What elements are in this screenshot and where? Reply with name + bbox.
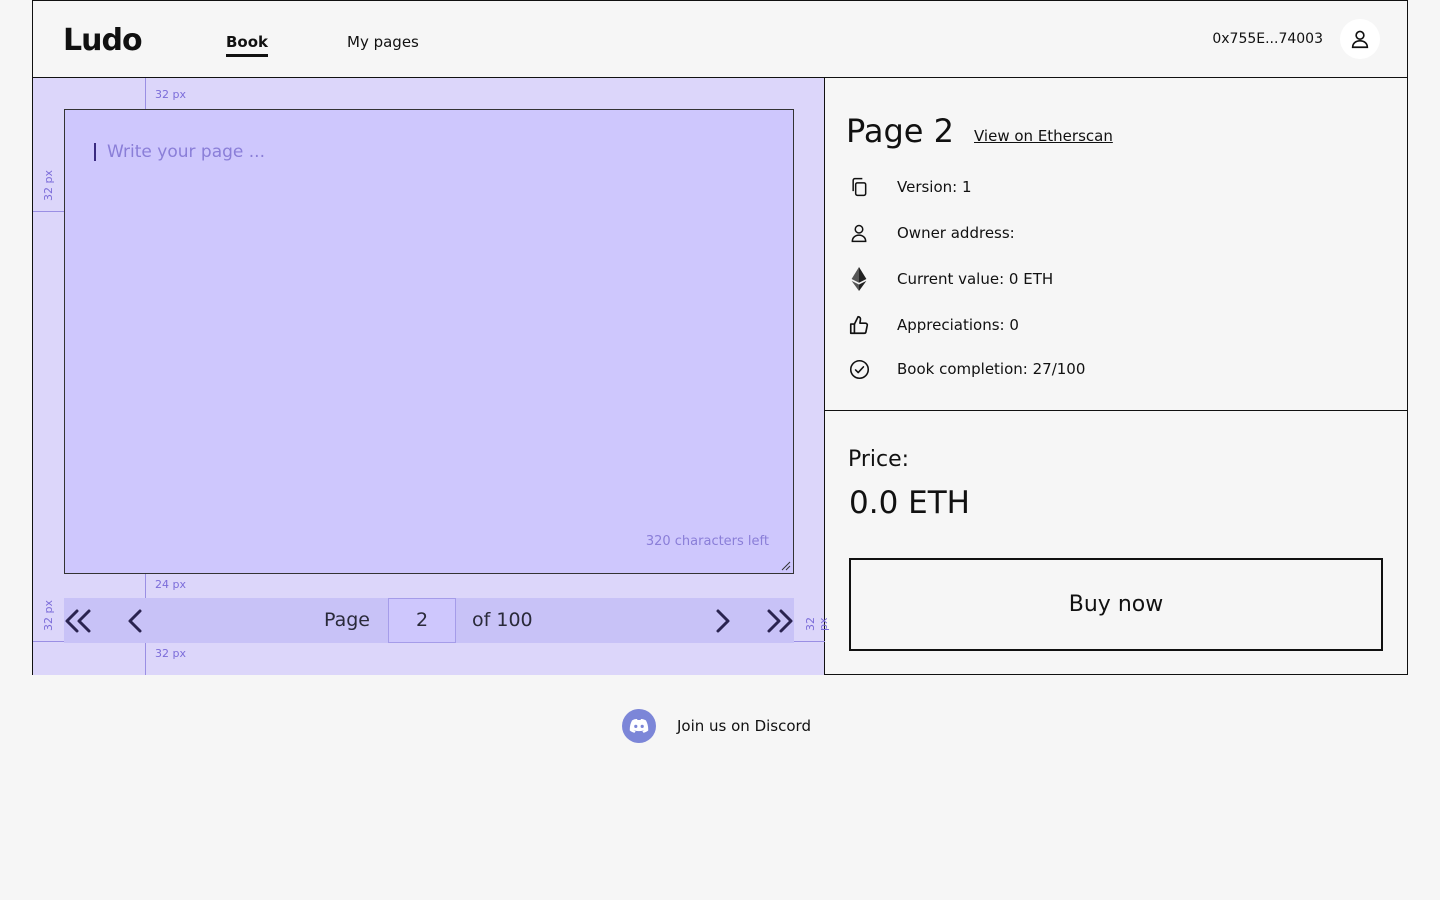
user-icon <box>1351 30 1369 49</box>
spacing-label-left: 32 px <box>42 170 55 201</box>
top-bar: Ludo Book My pages 0x755E...74003 <box>33 1 1407 78</box>
page-info-panel: Page 2 View on Etherscan Version: 1 Owne… <box>825 78 1407 411</box>
prev-page-button[interactable] <box>124 598 146 643</box>
pagination-bar: Page 2 of 100 <box>64 598 794 643</box>
spacing-guide <box>145 574 146 598</box>
owner-text: Owner address: <box>897 224 1015 242</box>
appreciations-row: Appreciations: 0 <box>847 313 1019 337</box>
purchase-panel: Price: 0.0 ETH Buy now <box>825 411 1407 674</box>
logo[interactable]: Ludo <box>63 23 143 58</box>
completion-row: Book completion: 27/100 <box>847 357 1085 381</box>
spacing-guide <box>145 643 146 675</box>
first-page-icon <box>65 609 91 632</box>
next-page-icon <box>716 609 730 632</box>
page-textarea[interactable]: Write your page ... 320 characters left <box>64 109 794 574</box>
spacing-guide <box>794 641 825 642</box>
etherscan-link[interactable]: View on Etherscan <box>974 127 1113 145</box>
last-page-icon <box>767 609 793 632</box>
version-row: Version: 1 <box>847 175 972 199</box>
discord-link[interactable]: Join us on Discord <box>622 709 811 743</box>
next-page-button[interactable] <box>712 598 734 643</box>
spacing-label-pager-left: 32 px <box>42 600 55 631</box>
app-frame: Ludo Book My pages 0x755E...74003 32 px … <box>32 0 1408 675</box>
discord-icon <box>622 709 656 743</box>
characters-left: 320 characters left <box>645 534 769 549</box>
check-circle-icon <box>849 359 869 379</box>
avatar-button[interactable] <box>1340 19 1380 59</box>
completion-text: Book completion: 27/100 <box>897 360 1086 378</box>
editor-area: 32 px 32 px Write your page ... 320 char… <box>33 78 830 675</box>
ethereum-icon <box>851 267 867 291</box>
price-value: 0.0 ETH <box>849 485 970 521</box>
pager-page-label: Page <box>324 609 370 631</box>
text-caret <box>94 143 96 161</box>
wallet-address[interactable]: 0x755E...74003 <box>1212 31 1323 47</box>
nav-my-pages[interactable]: My pages <box>347 33 419 51</box>
copy-icon <box>852 177 867 197</box>
current-value-text: Current value: 0 ETH <box>897 270 1054 288</box>
spacing-guide <box>145 78 146 109</box>
owner-row: Owner address: <box>847 221 1015 245</box>
spacing-guide <box>33 641 64 642</box>
pager-total: of 100 <box>472 609 533 631</box>
discord-link-text: Join us on Discord <box>677 717 811 735</box>
version-text: Version: 1 <box>897 178 972 196</box>
buy-now-button[interactable]: Buy now <box>849 558 1383 651</box>
thumbs-up-icon <box>849 315 869 335</box>
page-title: Page 2 <box>846 112 954 150</box>
spacing-label-gap: 24 px <box>155 578 186 591</box>
user-icon <box>851 224 867 243</box>
appreciations-text: Appreciations: 0 <box>897 316 1019 334</box>
spacing-label-bottom: 32 px <box>155 647 186 660</box>
resize-handle-icon[interactable] <box>781 561 791 571</box>
value-row: Current value: 0 ETH <box>847 267 1053 291</box>
spacing-label-top: 32 px <box>155 88 186 101</box>
first-page-button[interactable] <box>64 598 92 643</box>
prev-page-icon <box>128 609 142 632</box>
spacing-guide <box>33 211 64 212</box>
nav-book[interactable]: Book <box>226 33 269 57</box>
price-label: Price: <box>848 447 910 472</box>
last-page-button[interactable] <box>766 598 794 643</box>
textarea-placeholder: Write your page ... <box>107 142 265 162</box>
page-number-input[interactable]: 2 <box>388 598 456 643</box>
